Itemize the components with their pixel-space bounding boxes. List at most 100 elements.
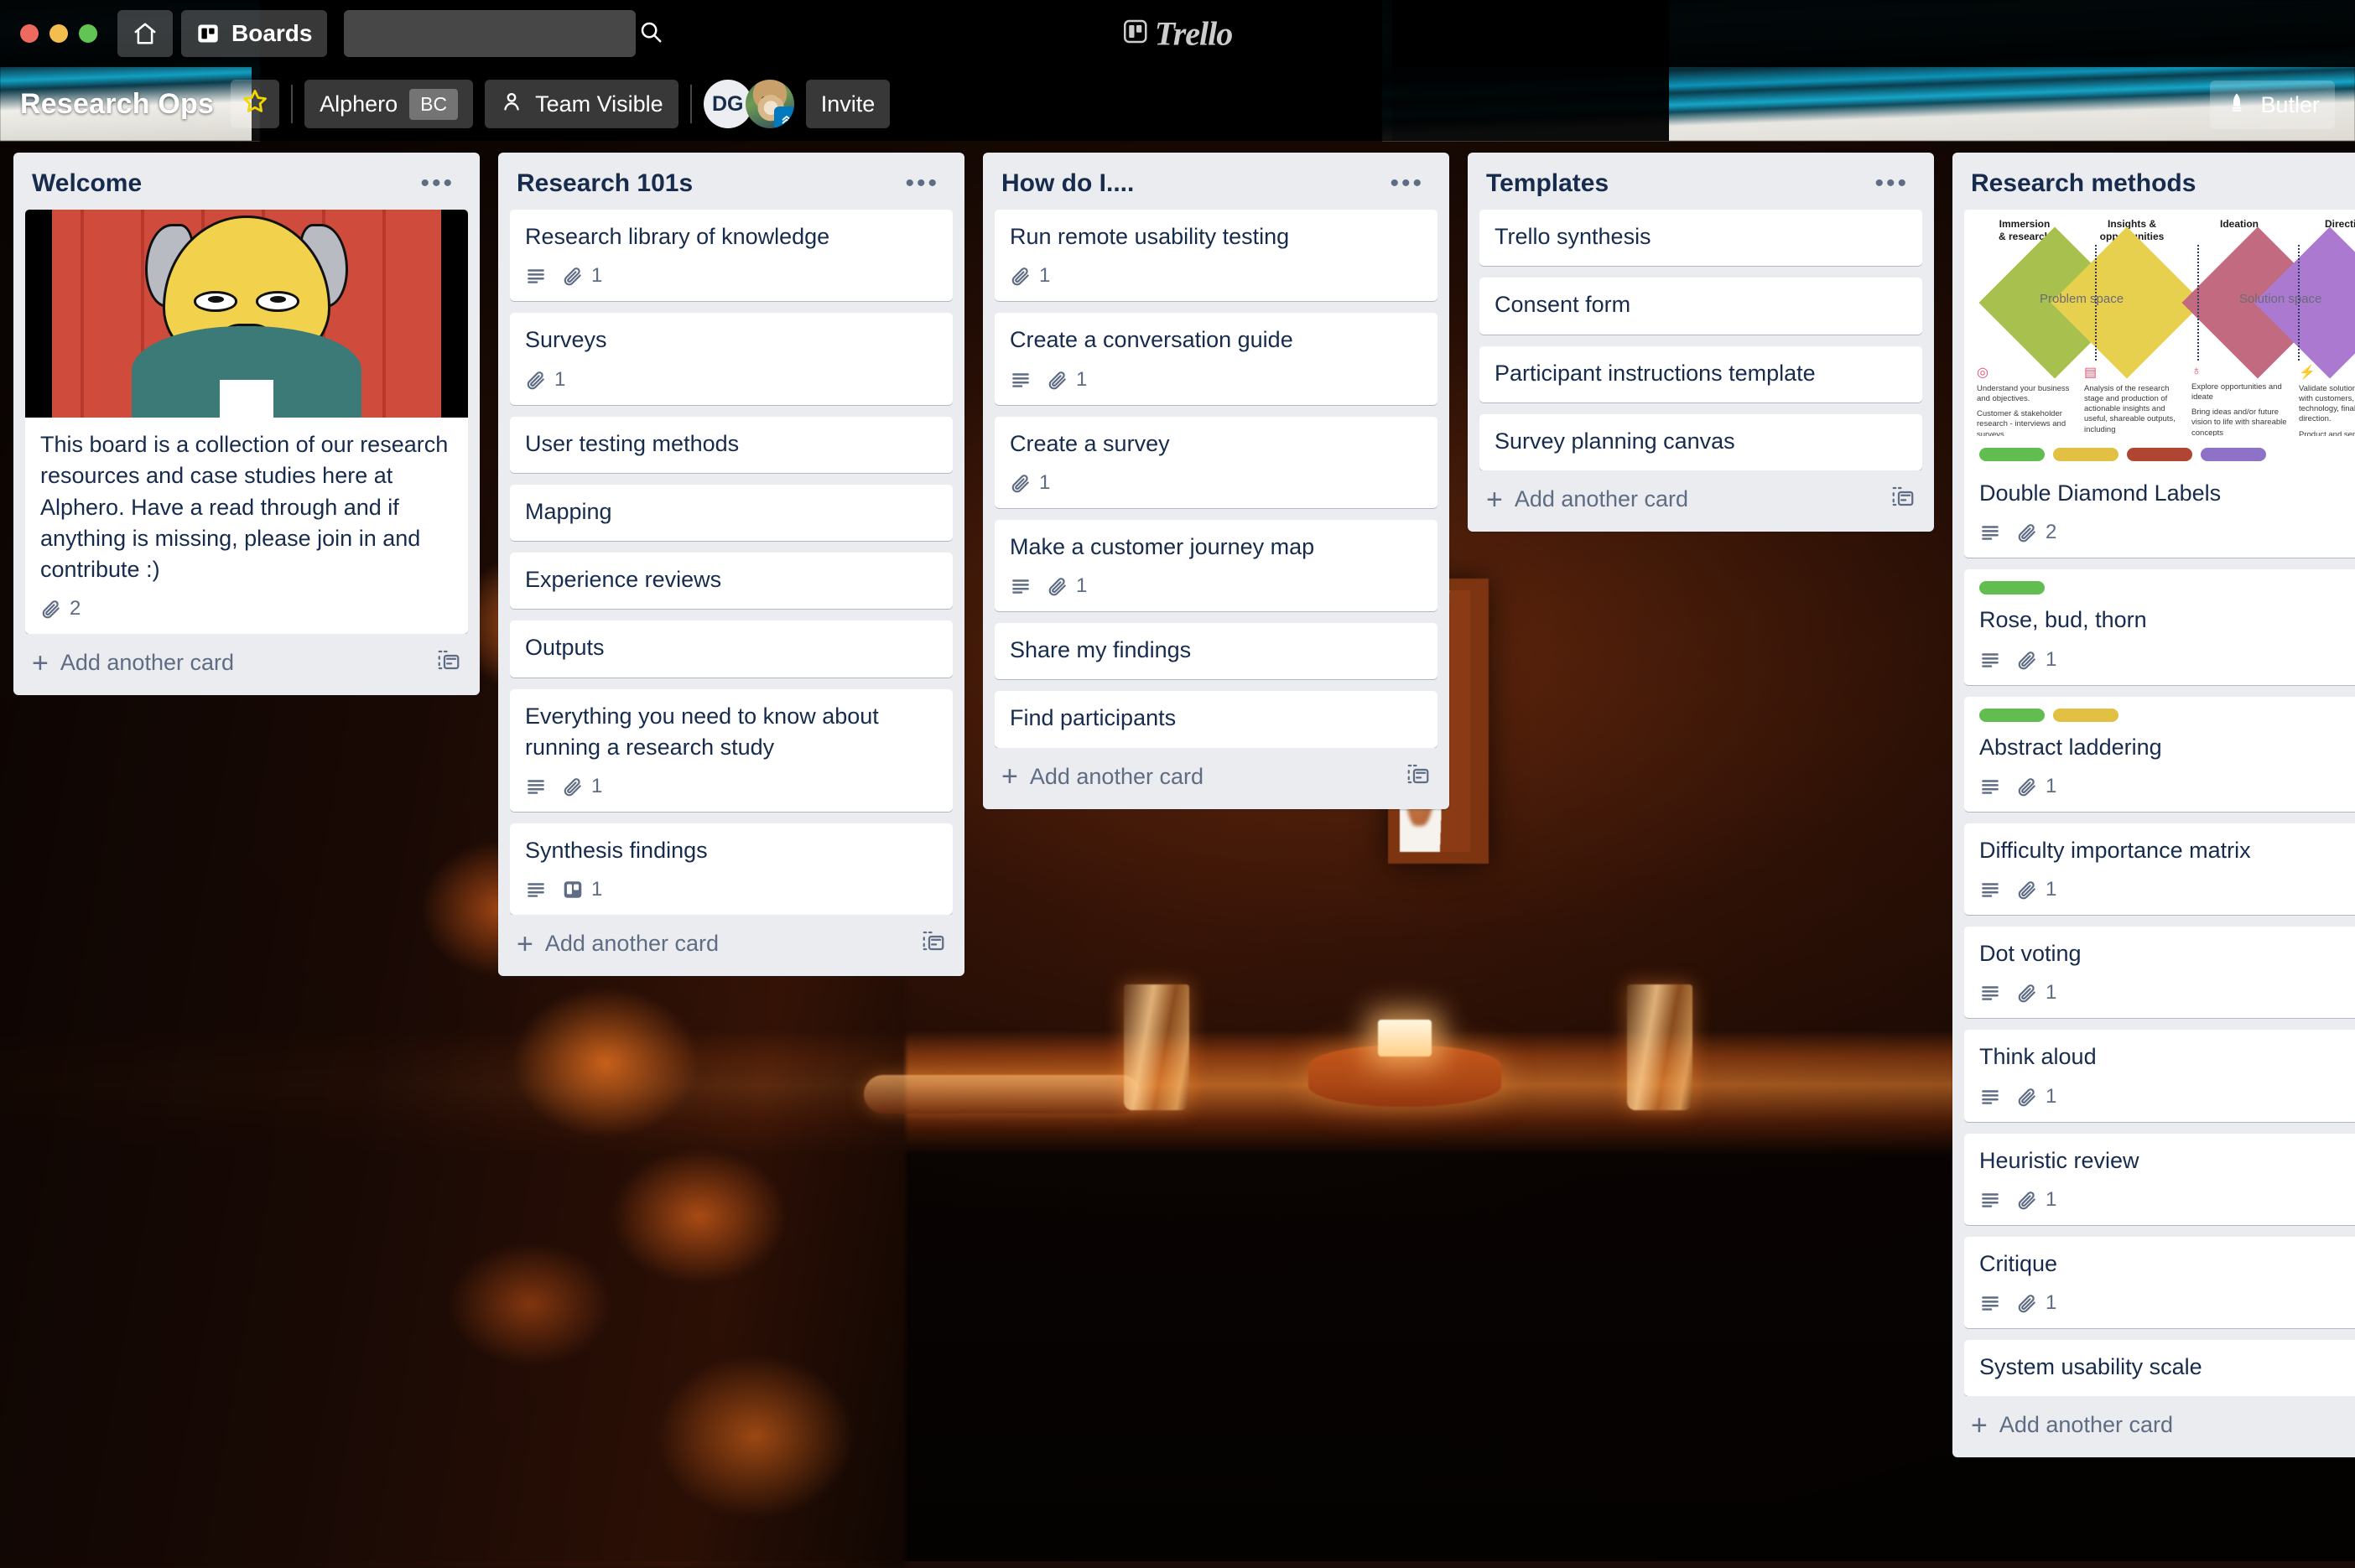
card[interactable]: System usability scale: [1964, 1340, 2355, 1396]
dd-col-3: ⚡ Validate solutions or vision with cust…: [2293, 364, 2355, 436]
card[interactable]: Participant instructions template: [1479, 346, 1922, 402]
avatar-photo[interactable]: [746, 80, 794, 128]
list-menu-icon[interactable]: •••: [898, 175, 946, 192]
add-another-card-research-101s[interactable]: + Add another card: [498, 915, 964, 971]
list-header: Research methods •••: [1952, 153, 2355, 210]
double-diamond-cover-image: Immersion& research Insights &opportunit…: [1964, 210, 2355, 436]
card[interactable]: Research library of knowledge: [510, 210, 953, 301]
card-title: This board is a collection of our resear…: [25, 418, 468, 585]
card[interactable]: Surveys 1: [510, 313, 953, 404]
boards-label: Boards: [231, 20, 312, 47]
card[interactable]: Trello synthesis: [1479, 210, 1922, 266]
person-icon: [500, 90, 523, 119]
attachment-count: 1: [2046, 1291, 2056, 1315]
card-template-icon[interactable]: [1890, 484, 1916, 515]
butler-label: Butler: [2260, 92, 2320, 118]
card[interactable]: Consent form: [1479, 278, 1922, 334]
card-title: Critique: [1979, 1249, 2355, 1280]
team-button[interactable]: Alphero BC: [304, 80, 473, 128]
attachment-icon: [2016, 522, 2038, 543]
list-menu-icon[interactable]: •••: [413, 175, 461, 192]
card[interactable]: Think aloud 1: [1964, 1030, 2355, 1121]
card[interactable]: Mapping: [510, 485, 953, 541]
board-title[interactable]: Research Ops: [20, 88, 219, 121]
label-yellow[interactable]: [2053, 709, 2118, 722]
card[interactable]: User testing methods: [510, 417, 953, 473]
card[interactable]: Outputs: [510, 620, 953, 677]
list-title[interactable]: Welcome: [32, 169, 142, 198]
description-icon: [1979, 1189, 2001, 1211]
attachment-icon: [1010, 265, 1032, 287]
card[interactable]: Survey planning canvas: [1479, 414, 1922, 470]
card[interactable]: Create a conversation guide: [995, 313, 1437, 404]
card[interactable]: Synthesis findings: [510, 823, 953, 915]
attachment-icon: [2016, 1086, 2038, 1108]
description-icon: [1979, 649, 2001, 671]
card[interactable]: Find participants: [995, 691, 1437, 747]
card[interactable]: Create a survey 1: [995, 417, 1437, 508]
card[interactable]: Run remote usability testing 1: [995, 210, 1437, 301]
card-template-icon[interactable]: [1406, 761, 1431, 792]
visibility-label: Team Visible: [535, 91, 663, 117]
dd-col-0: ◎ Understand your business and objective…: [1971, 364, 2078, 436]
card[interactable]: This board is a collection of our resear…: [25, 210, 468, 634]
window-minimize-button[interactable]: [49, 24, 68, 43]
card[interactable]: Share my findings: [995, 623, 1437, 679]
home-button[interactable]: [117, 10, 173, 57]
list-menu-icon[interactable]: •••: [1383, 175, 1431, 192]
card[interactable]: Heuristic review 1: [1964, 1134, 2355, 1225]
card[interactable]: Dot voting 1: [1964, 927, 2355, 1018]
card-template-icon[interactable]: [436, 647, 461, 678]
star-board-button[interactable]: [231, 80, 279, 128]
description-badge: [525, 879, 547, 901]
list-title[interactable]: Templates: [1486, 169, 1609, 198]
list-title[interactable]: Research methods: [1971, 169, 2196, 198]
window-zoom-button[interactable]: [79, 24, 97, 43]
add-another-card-research-methods[interactable]: + Add another card: [1952, 1396, 2355, 1452]
label-green[interactable]: [1979, 709, 2045, 722]
add-another-card-welcome[interactable]: + Add another card: [13, 634, 480, 690]
butler-button[interactable]: Butler: [2210, 80, 2335, 129]
label-purple[interactable]: [2201, 448, 2266, 461]
double-diamond-descriptions: ◎ Understand your business and objective…: [1971, 364, 2355, 436]
card[interactable]: Difficulty importance matrix 1: [1964, 823, 2355, 915]
card-title: Consent form: [1495, 289, 1907, 320]
trello-brand-logo[interactable]: Trello: [1123, 14, 1233, 54]
invite-button[interactable]: Invite: [806, 80, 891, 128]
list-title[interactable]: How do I....: [1001, 169, 1134, 198]
search-box[interactable]: [344, 10, 636, 57]
label-orange-red[interactable]: [2127, 448, 2192, 461]
card[interactable]: Critique 1: [1964, 1237, 2355, 1328]
search-input[interactable]: [357, 21, 638, 47]
avatar-initials[interactable]: DG: [704, 80, 752, 128]
card[interactable]: Everything you need to know about runnin…: [510, 689, 953, 813]
card[interactable]: Abstract laddering 1: [1964, 697, 2355, 812]
add-another-card-templates[interactable]: + Add another card: [1468, 470, 1934, 527]
boards-button[interactable]: Boards: [181, 10, 327, 57]
add-another-card-how-do-i[interactable]: + Add another card: [983, 748, 1449, 804]
plus-icon: +: [1486, 485, 1503, 514]
label-green[interactable]: [1979, 448, 2045, 461]
list-menu-icon[interactable]: •••: [1868, 175, 1916, 192]
card[interactable]: Make a customer journey map: [995, 520, 1437, 611]
attachment-icon: [562, 776, 584, 797]
label-yellow[interactable]: [2053, 448, 2118, 461]
lightbulb-icon: ♁: [2191, 364, 2287, 379]
plus-icon: +: [1001, 762, 1018, 791]
card[interactable]: Immersion& research Insights &opportunit…: [1964, 210, 2355, 558]
card-container: Trello synthesis Consent form Participan…: [1468, 210, 1934, 470]
attachment-count: 1: [2046, 1085, 2056, 1109]
visibility-button[interactable]: Team Visible: [485, 80, 678, 128]
card[interactable]: Rose, bud, thorn 1: [1964, 569, 2355, 684]
window-close-button[interactable]: [20, 24, 39, 43]
list-title[interactable]: Research 101s: [517, 169, 693, 198]
card-template-icon[interactable]: [921, 928, 946, 959]
attachment-icon: [40, 598, 62, 620]
board-header-bar: Research Ops Alphero BC Team Visible DG: [0, 67, 2355, 141]
attachment-badge: 1: [1047, 574, 1087, 598]
label-green[interactable]: [1979, 581, 2045, 594]
attachment-badge: 1: [1047, 368, 1087, 392]
board-canvas: Welcome ••• This board is a collection o…: [0, 141, 2355, 1561]
search-icon[interactable]: [638, 19, 663, 49]
card[interactable]: Experience reviews: [510, 553, 953, 609]
